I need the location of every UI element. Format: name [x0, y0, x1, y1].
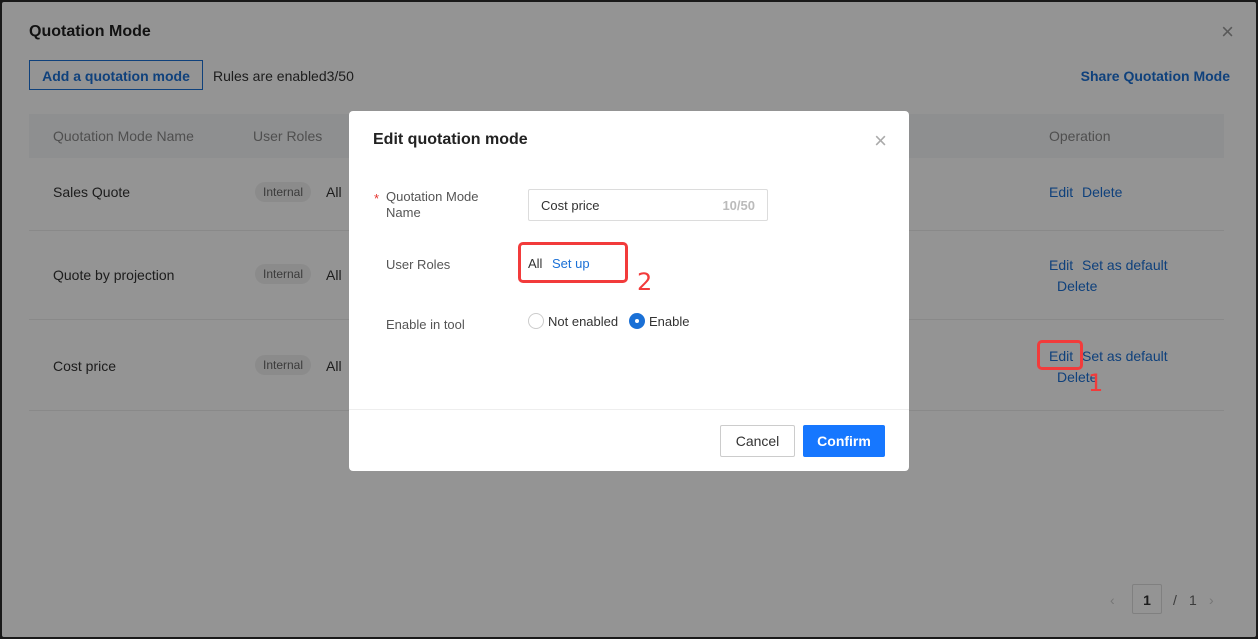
highlight-box-2	[518, 242, 628, 283]
name-label: Quotation Mode Name	[386, 189, 479, 220]
enable-label[interactable]: Enable	[649, 314, 689, 329]
close-icon[interactable]: ×	[874, 128, 887, 154]
not-enabled-label[interactable]: Not enabled	[548, 314, 618, 329]
name-input-value: Cost price	[541, 198, 600, 213]
cancel-button[interactable]: Cancel	[720, 425, 795, 457]
edit-quotation-mode-dialog: Edit quotation mode × * Quotation Mode N…	[349, 111, 909, 471]
user-roles-label: User Roles	[386, 257, 451, 272]
footer-divider	[349, 409, 909, 410]
quotation-mode-name-input[interactable]: Cost price 10/50	[528, 189, 768, 221]
required-mark: *	[374, 191, 380, 206]
name-input-counter: 10/50	[722, 198, 755, 213]
enable-in-tool-label: Enable in tool	[386, 317, 465, 332]
enable-radio[interactable]	[629, 313, 645, 329]
dialog-title: Edit quotation mode	[373, 131, 528, 148]
not-enabled-radio[interactable]	[528, 313, 544, 329]
confirm-button[interactable]: Confirm	[803, 425, 885, 457]
highlight-box-1	[1037, 340, 1083, 370]
highlight-label-1: 1	[1088, 369, 1104, 397]
highlight-label-2: 2	[637, 268, 653, 296]
